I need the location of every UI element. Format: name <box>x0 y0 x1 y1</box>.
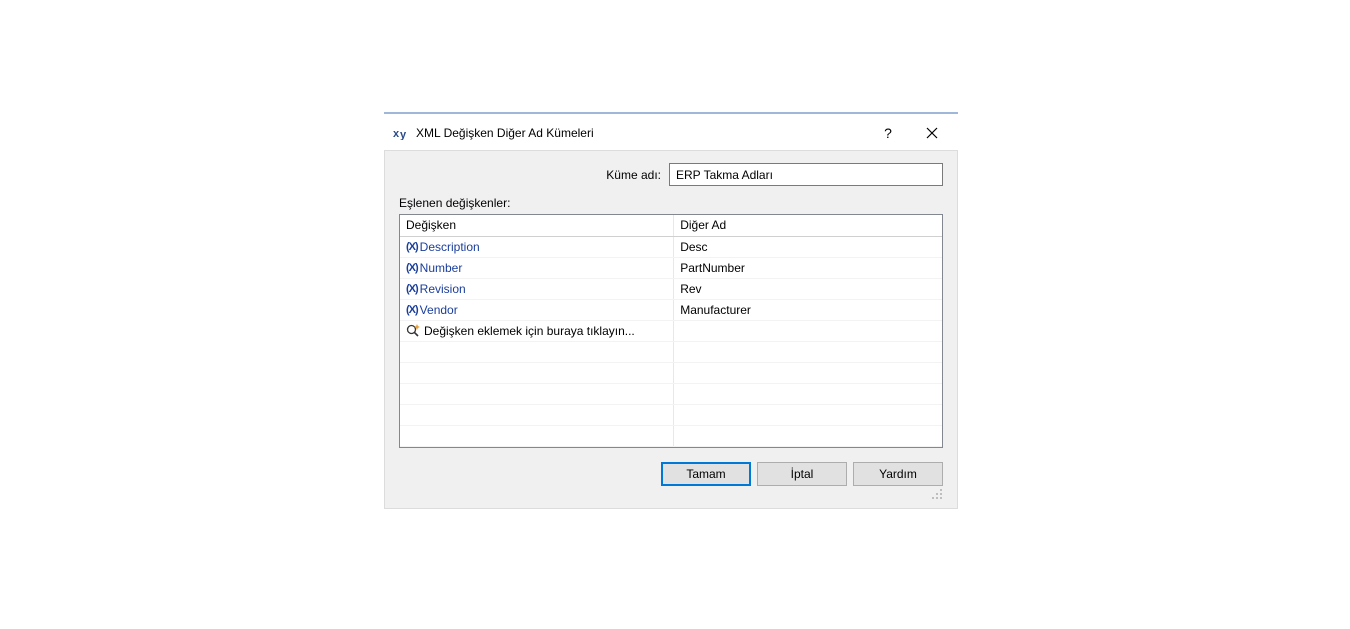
help-titlebar-button[interactable]: ? <box>866 118 910 148</box>
close-button[interactable] <box>910 118 954 148</box>
dialog-window: x y XML Değişken Diğer Ad Kümeleri ? Küm… <box>384 116 958 509</box>
table-row[interactable]: (X)Number PartNumber <box>400 257 942 278</box>
variables-grid[interactable]: Değişken Diğer Ad (X)Description Desc (X… <box>399 214 943 448</box>
empty-row[interactable] <box>400 341 942 362</box>
empty-row[interactable] <box>400 425 942 446</box>
variable-icon: (X) <box>406 241 418 253</box>
variable-icon: (X) <box>406 304 418 316</box>
variable-cell[interactable]: (X)Number <box>406 261 667 275</box>
grid-header-row[interactable]: Değişken Diğer Ad <box>400 215 942 236</box>
variable-name: Description <box>420 240 480 254</box>
button-row: Tamam İptal Yardım <box>399 462 943 486</box>
empty-cell[interactable] <box>400 341 674 362</box>
empty-cell[interactable] <box>400 383 674 404</box>
alias-cell[interactable]: PartNumber <box>674 257 942 278</box>
add-variable-hint: Değişken eklemek için buraya tıklayın... <box>424 324 635 338</box>
titlebar[interactable]: x y XML Değişken Diğer Ad Kümeleri ? <box>384 116 958 150</box>
dialog-title: XML Değişken Diğer Ad Kümeleri <box>416 126 866 140</box>
table-row[interactable]: (X)Description Desc <box>400 236 942 257</box>
empty-cell[interactable] <box>674 404 942 425</box>
help-button[interactable]: Yardım <box>853 462 943 486</box>
empty-cell[interactable] <box>674 341 942 362</box>
resize-grip[interactable] <box>399 488 943 500</box>
mapped-variables-label: Eşlenen değişkenler: <box>399 196 943 210</box>
svg-text:x: x <box>393 128 400 140</box>
dialog-top-rule <box>384 112 958 114</box>
variable-name: Number <box>420 261 463 275</box>
alias-cell[interactable]: Desc <box>674 236 942 257</box>
add-variable-cell[interactable]: Değişken eklemek için buraya tıklayın... <box>406 324 667 338</box>
column-header-alias[interactable]: Diğer Ad <box>674 215 942 236</box>
empty-cell[interactable] <box>674 320 942 341</box>
xy-icon: x y <box>392 126 410 140</box>
variable-icon: (X) <box>406 262 418 274</box>
empty-cell[interactable] <box>674 362 942 383</box>
column-header-variable[interactable]: Değişken <box>400 215 674 236</box>
alias-cell[interactable]: Rev <box>674 278 942 299</box>
empty-row[interactable] <box>400 362 942 383</box>
ok-button[interactable]: Tamam <box>661 462 751 486</box>
variable-icon: (X) <box>406 283 418 295</box>
variable-name: Revision <box>420 282 466 296</box>
variable-cell[interactable]: (X)Vendor <box>406 303 667 317</box>
variable-cell[interactable]: (X)Description <box>406 240 667 254</box>
empty-row[interactable] <box>400 383 942 404</box>
empty-cell[interactable] <box>674 425 942 446</box>
cancel-button[interactable]: İptal <box>757 462 847 486</box>
dialog-client-area: Küme adı: Eşlenen değişkenler: Değişken … <box>384 150 958 509</box>
search-add-icon <box>406 324 420 338</box>
svg-text:y: y <box>400 129 407 140</box>
add-variable-row[interactable]: Değişken eklemek için buraya tıklayın... <box>400 320 942 341</box>
alias-cell[interactable]: Manufacturer <box>674 299 942 320</box>
set-name-label: Küme adı: <box>399 168 669 182</box>
table-row[interactable]: (X)Vendor Manufacturer <box>400 299 942 320</box>
empty-cell[interactable] <box>400 404 674 425</box>
variable-cell[interactable]: (X)Revision <box>406 282 667 296</box>
set-name-input[interactable] <box>669 163 943 186</box>
table-row[interactable]: (X)Revision Rev <box>400 278 942 299</box>
empty-cell[interactable] <box>400 362 674 383</box>
empty-cell[interactable] <box>674 383 942 404</box>
set-name-row: Küme adı: <box>399 163 943 186</box>
empty-cell[interactable] <box>400 425 674 446</box>
empty-row[interactable] <box>400 404 942 425</box>
variable-name: Vendor <box>420 303 458 317</box>
